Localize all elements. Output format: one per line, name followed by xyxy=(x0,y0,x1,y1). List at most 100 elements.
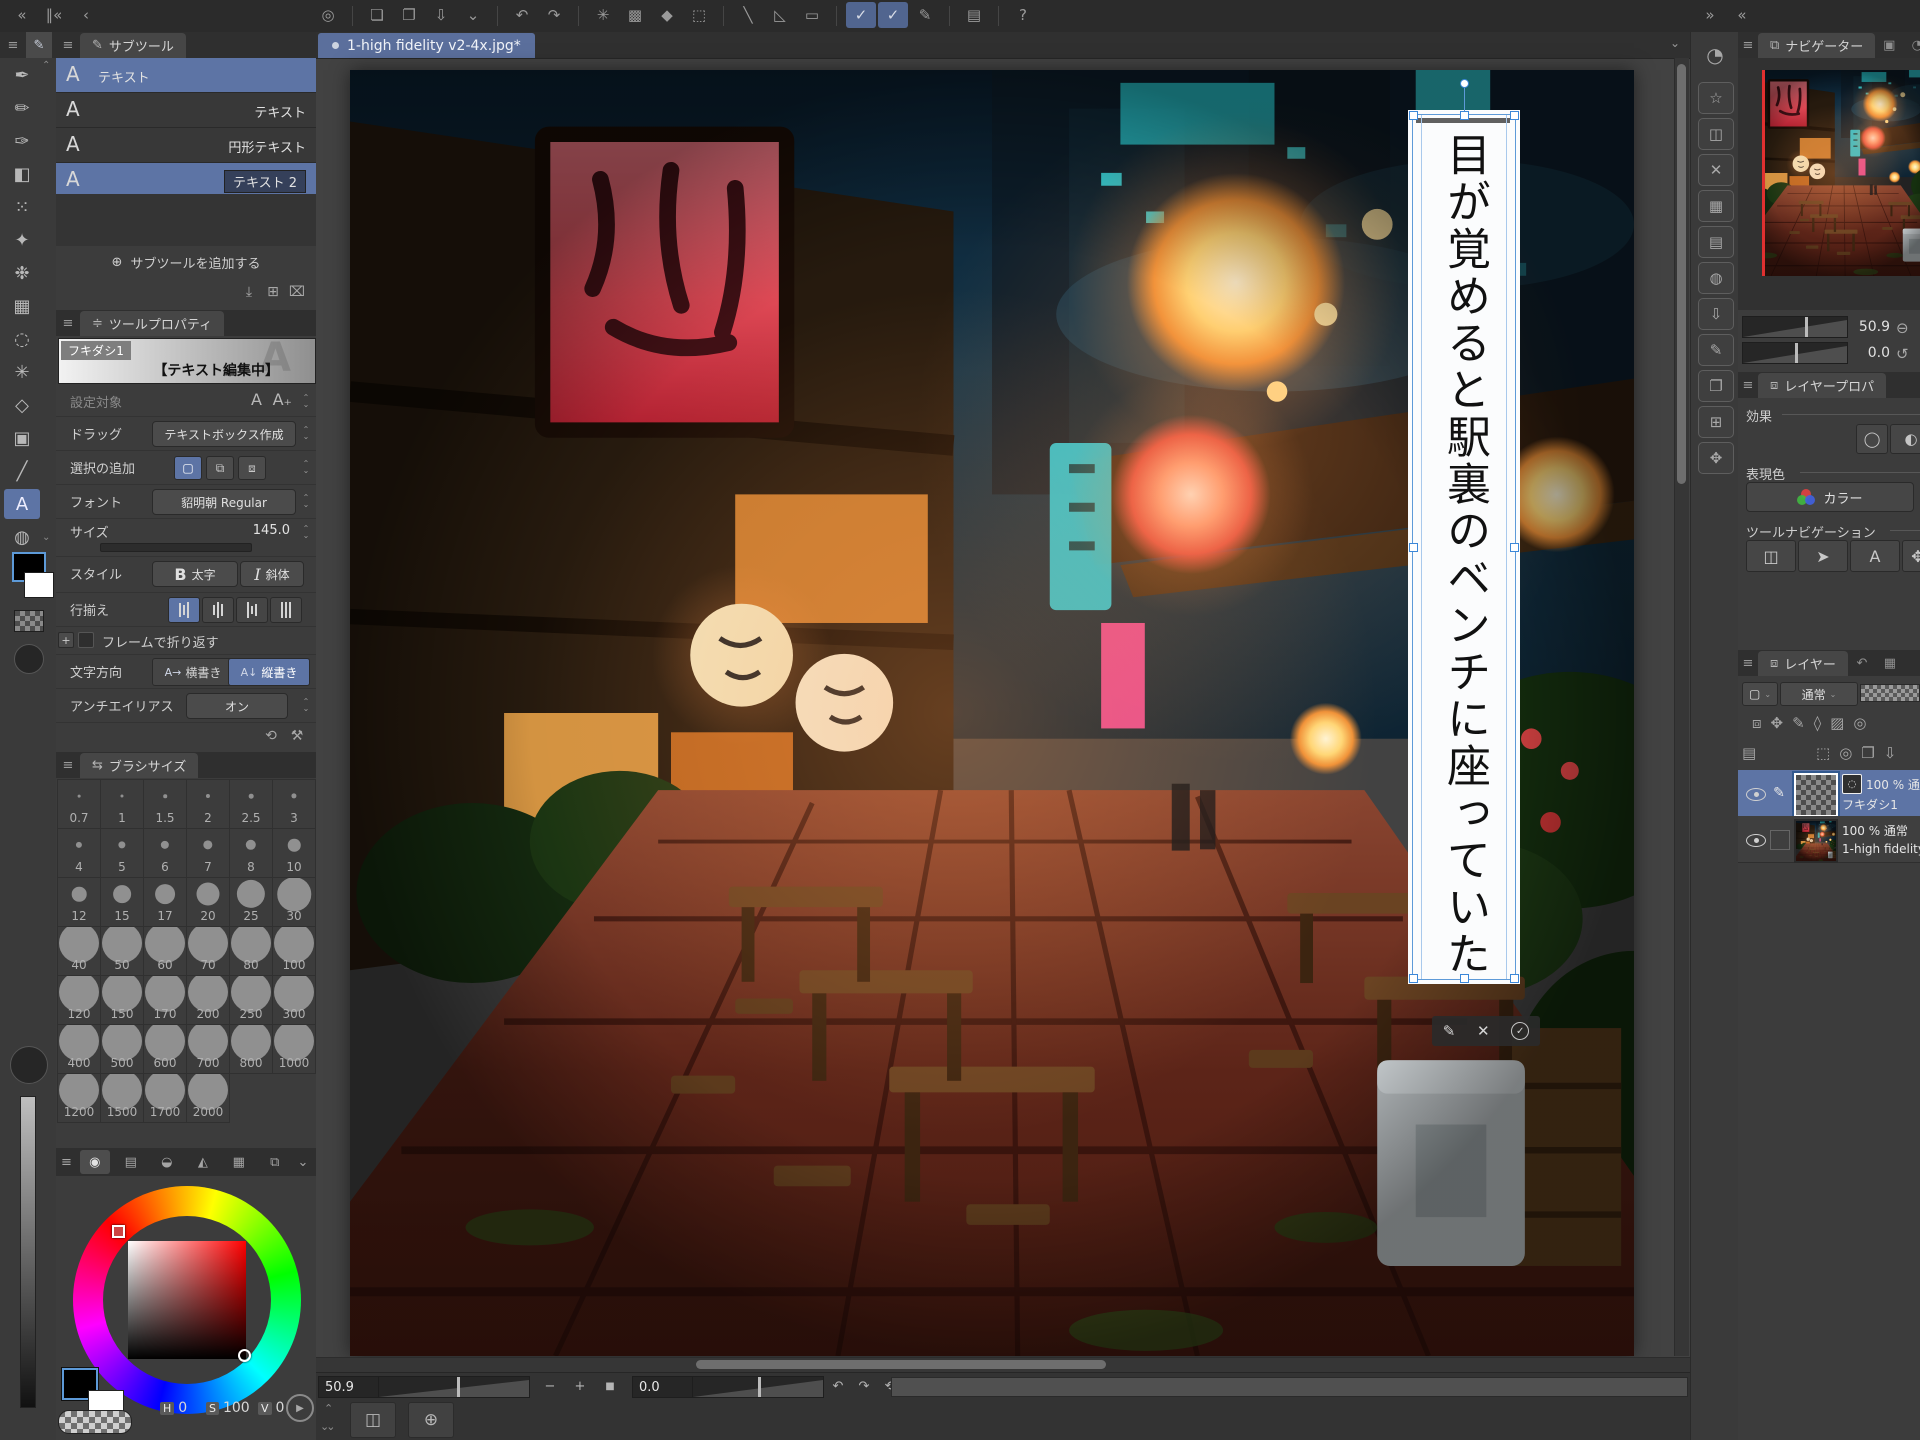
new-subtool-icon[interactable]: ⊞ xyxy=(262,281,284,303)
material-folder-icon[interactable]: ❐ xyxy=(1698,370,1734,402)
text-tool-nav-icon[interactable]: A xyxy=(1850,540,1900,572)
text-add-icon[interactable]: A₊ xyxy=(273,390,292,409)
collapse-left-icon[interactable]: « xyxy=(7,2,37,28)
active-tool-tab-icon[interactable]: ✎ xyxy=(26,32,52,58)
brush-size-cell[interactable]: 25 xyxy=(229,877,273,927)
figure-tool-icon[interactable]: ◇ xyxy=(4,390,40,420)
tool-property-menu-icon[interactable]: ≡ xyxy=(56,310,80,336)
layer-thumbnail[interactable] xyxy=(1794,773,1838,817)
align-top-icon[interactable] xyxy=(168,597,200,623)
layer-menu-icon[interactable]: ≡ xyxy=(1738,650,1758,676)
text-tool-icon[interactable]: A xyxy=(4,489,40,519)
brush-size-circle[interactable] xyxy=(10,1046,48,1084)
material-edit-icon[interactable]: ✎ xyxy=(1698,334,1734,366)
brush-size-cell[interactable]: 1000 xyxy=(272,1024,316,1074)
rotate-right-icon[interactable]: ↷ xyxy=(852,1376,876,1396)
brush-tool-icon[interactable]: ✑ xyxy=(4,126,40,156)
decoration-tool-icon[interactable]: ✦ xyxy=(4,225,40,255)
tab-navigator[interactable]: ⧉ ナビゲーター xyxy=(1758,33,1875,58)
brush-size-cell[interactable]: 1200 xyxy=(57,1073,101,1123)
brush-size-cell[interactable]: 0.7 xyxy=(57,779,101,829)
brush-size-cell[interactable]: 2 xyxy=(186,779,230,829)
align-justify-icon[interactable] xyxy=(270,597,302,623)
material-balloon-icon[interactable]: ◍ xyxy=(1698,262,1734,294)
brush-size-cell[interactable]: 30 xyxy=(272,877,316,927)
airbrush-tool-icon[interactable]: ⁙ xyxy=(4,192,40,222)
brush-size-cell[interactable]: 2.5 xyxy=(229,779,273,829)
brush-size-cell[interactable]: 3 xyxy=(272,779,316,829)
zoom-in-icon[interactable]: + xyxy=(568,1376,592,1396)
material-favorites-icon[interactable]: ☆ xyxy=(1698,82,1734,114)
import-subtool-icon[interactable]: ⤓ xyxy=(238,281,260,303)
navigator-rotate-reset-icon[interactable]: ↺ xyxy=(1896,345,1909,363)
expand-wrap-icon[interactable]: + xyxy=(58,632,74,648)
tool-menu-icon[interactable]: ≡ xyxy=(0,32,26,58)
color-tabs-more-icon[interactable]: ⌄ xyxy=(293,1150,313,1174)
brush-size-cell[interactable]: 800 xyxy=(229,1024,273,1074)
brush-size-cell[interactable]: 200 xyxy=(186,975,230,1025)
zoom-value-field[interactable]: 50.9 xyxy=(318,1376,384,1398)
brush-size-cell[interactable]: 5 xyxy=(100,828,144,878)
add-subtool-button[interactable]: ⊕ サブツールを追加する xyxy=(56,246,316,278)
list-settings-icon[interactable]: ▤ xyxy=(1742,744,1756,762)
rotate-handle[interactable] xyxy=(1460,79,1469,88)
align-center-icon[interactable] xyxy=(202,597,234,623)
select-area-tool-icon[interactable]: ➤ xyxy=(1798,540,1848,572)
brush-size-cell[interactable]: 600 xyxy=(143,1024,187,1074)
snap-to-ruler-icon[interactable]: ✓ xyxy=(846,2,876,28)
handle-mid-right[interactable] xyxy=(1510,543,1519,552)
opacity-slider[interactable] xyxy=(1860,684,1920,702)
drag-stepper[interactable]: ⌃⌄ xyxy=(300,421,312,445)
style-italic-button[interactable]: I 斜体 xyxy=(240,561,304,587)
expression-color-button[interactable]: カラー xyxy=(1746,482,1914,512)
drag-mode-dropdown[interactable]: テキストボックス作成 xyxy=(152,421,296,447)
edit-text-icon[interactable]: ✎ xyxy=(1443,1022,1456,1040)
material-3d-icon[interactable]: ◫ xyxy=(1698,118,1734,150)
brush-size-cell[interactable]: 1.5 xyxy=(143,779,187,829)
tools-scroll-up-icon[interactable]: ⌃ xyxy=(42,60,50,71)
snap-to-special-ruler-icon[interactable]: ✓ xyxy=(878,2,908,28)
antialias-stepper[interactable]: ⌃⌄ xyxy=(300,693,312,717)
timeline-strip[interactable] xyxy=(891,1377,1688,1397)
pattern-tab-icon[interactable]: ▦ xyxy=(224,1150,254,1174)
selection-tool-icon[interactable]: ◌ xyxy=(4,324,40,354)
vscroll-thumb[interactable] xyxy=(1677,64,1686,484)
reset-settings-icon[interactable]: ⟲ xyxy=(260,725,282,747)
color-history-icon[interactable]: ▶ xyxy=(286,1394,314,1422)
new-canvas-icon[interactable]: ❏ xyxy=(362,2,392,28)
rect-select-icon[interactable]: ▭ xyxy=(797,2,827,28)
selection-remove-icon[interactable]: ⧈ xyxy=(238,456,266,480)
eraser-tool-icon[interactable]: ◧ xyxy=(4,159,40,189)
quick-access-icon[interactable]: ◔ xyxy=(1698,40,1732,70)
color-wheel-tab-icon[interactable]: ◉ xyxy=(80,1150,110,1174)
rotate-left-icon[interactable]: ↶ xyxy=(826,1376,850,1396)
clear-icon[interactable]: ✳ xyxy=(588,2,618,28)
layer-editing-icon[interactable]: ✎ xyxy=(1770,784,1788,802)
handle-bottom-mid[interactable] xyxy=(1460,974,1469,983)
tone-effect-icon[interactable]: ◐ xyxy=(1890,424,1920,454)
brush-size-cell[interactable]: 400 xyxy=(57,1024,101,1074)
transparent-chip[interactable] xyxy=(58,1410,132,1434)
expand-right-icon[interactable]: » xyxy=(1695,2,1725,28)
palette-color-dropdown[interactable]: ▢⌄ xyxy=(1742,682,1778,706)
zoom-out-icon[interactable]: − xyxy=(538,1376,562,1396)
tab-layer[interactable]: ⧈ レイヤー xyxy=(1758,651,1848,676)
brush-size-cell[interactable]: 10 xyxy=(272,828,316,878)
brush-size-cell[interactable]: 15 xyxy=(100,877,144,927)
sv-marker[interactable] xyxy=(238,1349,251,1362)
subview-tab-icon[interactable]: ▣ xyxy=(1875,32,1903,58)
layer-property-menu-icon[interactable]: ≡ xyxy=(1738,372,1758,398)
brush-size-menu-icon[interactable]: ≡ xyxy=(56,752,80,778)
color-mixing-tab-icon[interactable]: ◒ xyxy=(152,1150,182,1174)
brush-size-cell[interactable]: 8 xyxy=(229,828,273,878)
blend-mode-dropdown[interactable]: 通常⌄ xyxy=(1780,682,1858,706)
layer-visibility-icon[interactable] xyxy=(1746,834,1766,847)
fit-to-screen-icon[interactable]: ■ xyxy=(598,1376,622,1396)
rotation-slider[interactable] xyxy=(692,1376,824,1398)
brush-size-cell[interactable]: 250 xyxy=(229,975,273,1025)
scroll-down-icon[interactable]: ⌄⌄ xyxy=(320,1420,332,1433)
subtool-detail-icon[interactable]: ⚒ xyxy=(286,725,308,747)
collapse-chevron-icon[interactable]: ‹ xyxy=(71,2,101,28)
font-dropdown[interactable]: 貂明朝 Regular xyxy=(152,489,296,515)
wand-tool-icon[interactable]: ✳ xyxy=(4,357,40,387)
